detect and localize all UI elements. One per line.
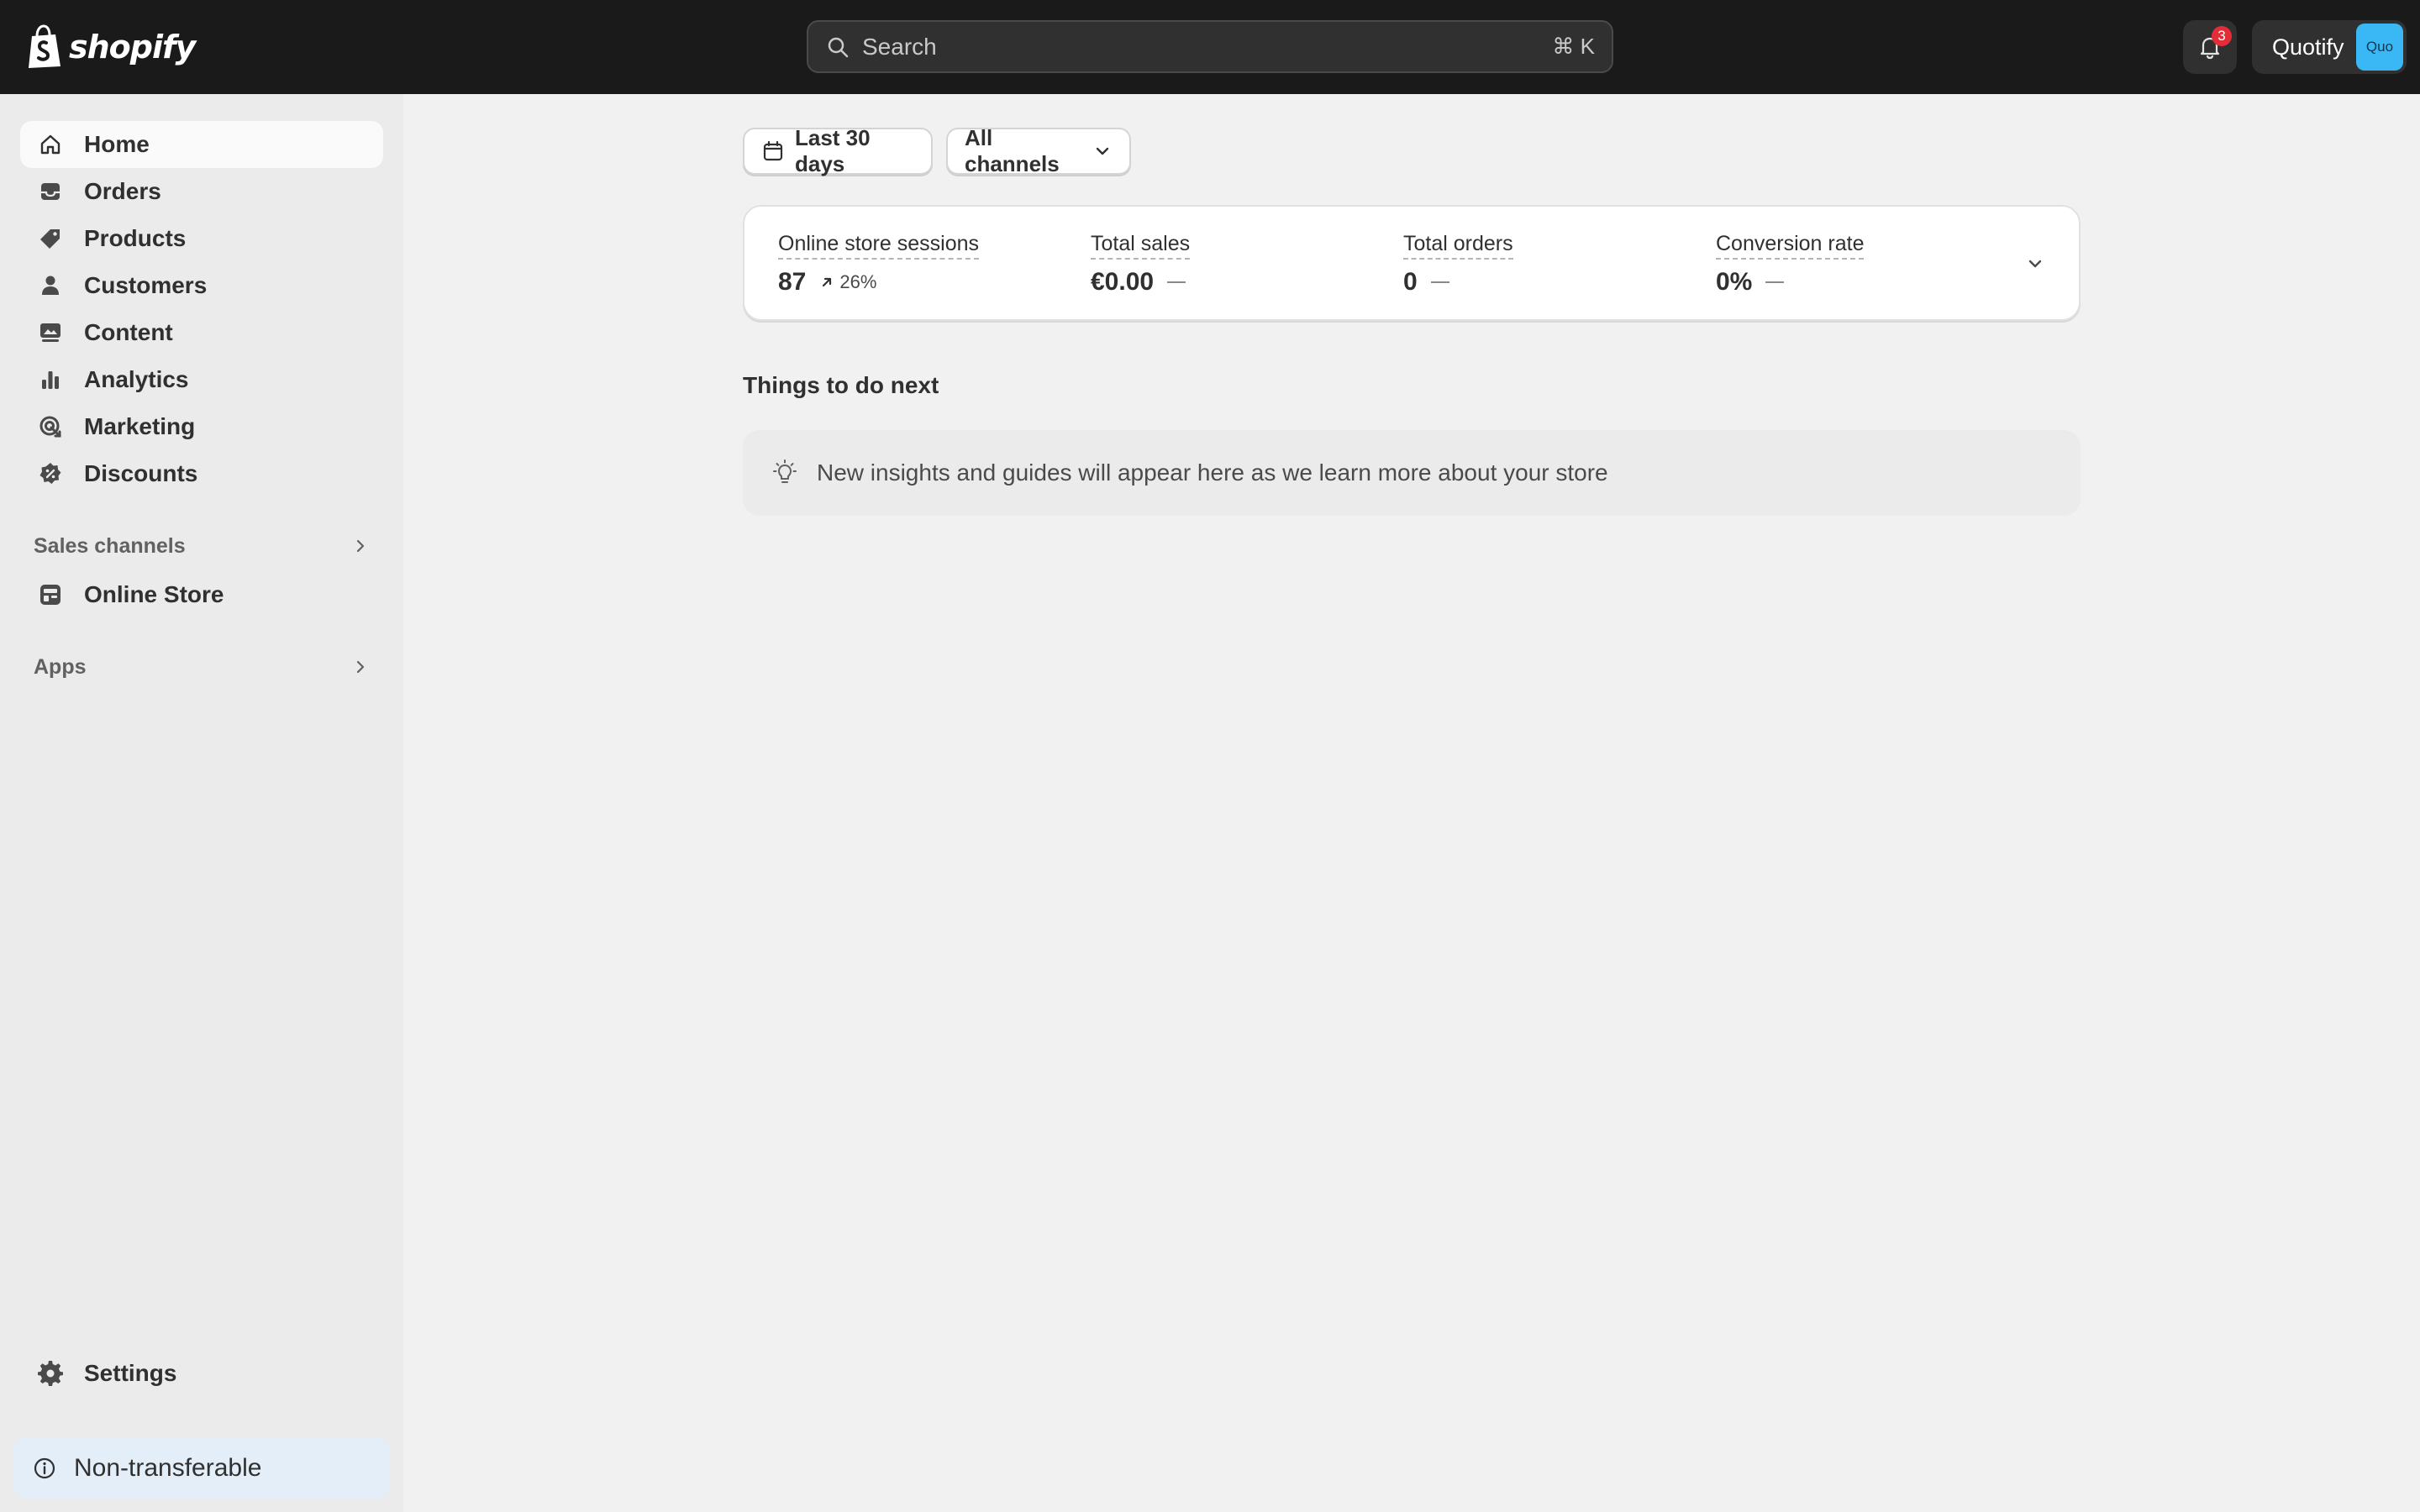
metric-label: Online store sessions (778, 232, 980, 260)
metric-value: 0 (1403, 268, 1418, 296)
metric-total-orders[interactable]: Total orders 0 (1403, 232, 1513, 297)
calendar-icon (763, 140, 783, 161)
metric-total-sales[interactable]: Total sales €0.00 (1091, 232, 1191, 297)
chevron-right-icon (356, 660, 365, 674)
plan-notice-banner[interactable]: Non-transferable (13, 1438, 390, 1499)
sidebar-item-label: Settings (84, 1360, 177, 1386)
sidebar-item-orders[interactable]: Orders (20, 168, 383, 215)
chevron-down-icon (1096, 147, 1109, 155)
target-icon (39, 416, 61, 438)
discount-icon (39, 463, 61, 484)
sidebar-item-content[interactable]: Content (20, 309, 383, 356)
sidebar-item-analytics[interactable]: Analytics (20, 356, 383, 403)
metric-conversion-rate[interactable]: Conversion rate 0% (1716, 232, 1865, 297)
metric-value: €0.00 (1091, 268, 1155, 296)
sidebar-item-label: Analytics (84, 366, 189, 392)
apps-label: Apps (34, 654, 87, 679)
sidebar-item-marketing[interactable]: Marketing (20, 403, 383, 450)
insights-empty-state: New insights and guides will appear here… (743, 430, 2081, 516)
channels-filter-label: All channels (965, 125, 1060, 176)
tag-icon (40, 229, 60, 249)
sidebar: Home Orders Products Customers Content A… (0, 94, 403, 1512)
sidebar-item-label: Orders (84, 178, 161, 204)
search-shortcut: ⌘ K (1552, 34, 1595, 59)
sidebar-item-label: Home (84, 131, 150, 157)
insights-message: New insights and guides will appear here… (817, 459, 1608, 486)
shopify-wordmark: shopify (69, 29, 196, 66)
section-title: Things to do next (743, 372, 939, 398)
no-change-dash (1167, 281, 1186, 283)
bar-chart-icon (42, 371, 59, 389)
main-nav: Home Orders Products Customers Content A… (20, 121, 383, 497)
sidebar-item-online-store[interactable]: Online Store (20, 571, 383, 618)
sidebar-item-label: Customers (84, 272, 208, 298)
arrow-up-right-icon (823, 277, 832, 287)
search-placeholder: Search (862, 33, 937, 60)
sidebar-item-customers[interactable]: Customers (20, 262, 383, 309)
sidebar-item-products[interactable]: Products (20, 215, 383, 262)
chevron-down-icon[interactable] (2023, 252, 2047, 276)
sales-channels-header[interactable]: Sales channels (20, 522, 383, 570)
sidebar-item-label: Products (84, 225, 187, 251)
search-icon (828, 37, 849, 57)
sidebar-item-label: Discounts (84, 460, 198, 486)
store-icon (40, 585, 60, 605)
metric-label: Total sales (1091, 232, 1191, 260)
lightbulb-icon (773, 459, 797, 483)
home-icon (40, 134, 60, 155)
date-range-label: Last 30 days (795, 125, 871, 176)
sidebar-item-home[interactable]: Home (20, 121, 383, 168)
metric-value: 87 (778, 268, 807, 296)
chevron-right-icon (356, 539, 365, 553)
no-change-dash (1765, 281, 1785, 283)
sidebar-item-label: Content (84, 319, 173, 345)
sidebar-item-discounts[interactable]: Discounts (20, 450, 383, 497)
sidebar-item-label: Marketing (84, 413, 196, 439)
sidebar-item-settings[interactable]: Settings (20, 1350, 383, 1397)
channels-filter-button[interactable]: All channels (946, 125, 1131, 176)
metric-online-store-sessions[interactable]: Online store sessions 87 26% (778, 232, 980, 297)
content-icon (40, 323, 60, 342)
metric-label: Conversion rate (1716, 232, 1865, 260)
search-bar[interactable]: Search ⌘ K (807, 20, 1613, 73)
notifications-button[interactable]: 3 (2183, 20, 2237, 74)
store-menu-button[interactable]: Quotify Quo (2252, 20, 2407, 74)
metric-change: 26% (839, 271, 877, 292)
store-avatar: Quo (2356, 24, 2403, 71)
sales-channels-label: Sales channels (34, 533, 186, 558)
metric-value: 0% (1716, 268, 1753, 296)
info-icon (34, 1457, 55, 1479)
notification-count-badge: 3 (2212, 26, 2232, 46)
metrics-card[interactable]: Online store sessions 87 26% Total sales… (743, 205, 2081, 321)
no-change-dash (1430, 281, 1449, 283)
inbox-icon (41, 183, 60, 200)
sidebar-item-label: Online Store (84, 581, 224, 607)
gear-icon (38, 1361, 63, 1386)
shopify-logo[interactable]: shopify (25, 24, 196, 71)
store-name: Quotify (2272, 34, 2344, 60)
top-bar: shopify Search ⌘ K 3 Quotify Quo (0, 0, 2420, 94)
plan-notice-label: Non-transferable (74, 1454, 262, 1482)
person-icon (42, 276, 59, 295)
shopify-bag-icon (29, 24, 60, 68)
date-range-button[interactable]: Last 30 days (743, 125, 933, 176)
metric-label: Total orders (1403, 232, 1513, 260)
metric-trend: 26% (819, 271, 876, 293)
apps-header[interactable]: Apps (20, 643, 383, 690)
